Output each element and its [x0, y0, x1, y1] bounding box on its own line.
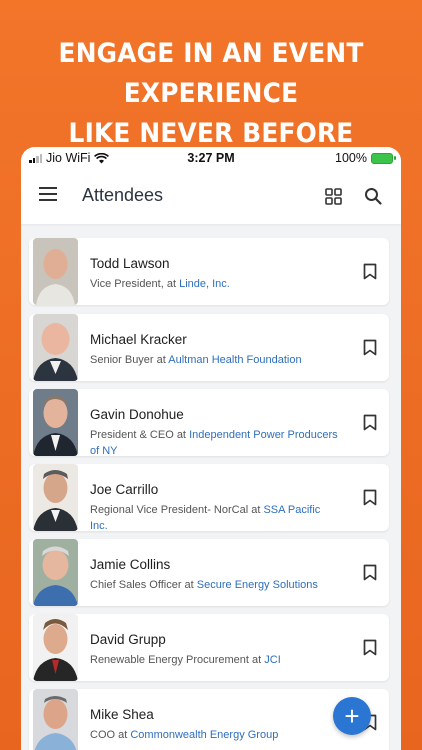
attendee-title: Vice President, at Linde, Inc. [90, 278, 230, 290]
attendee-card[interactable]: Jamie Collins Chief Sales Officer at Sec… [29, 539, 389, 606]
attendee-name: Gavin Donohue [90, 407, 184, 422]
attendee-org-link[interactable]: Secure Energy Solutions [197, 579, 318, 591]
bookmark-icon[interactable] [363, 339, 377, 356]
avatar [33, 689, 78, 750]
app-bar: Attendees [21, 169, 401, 224]
bookmark-icon[interactable] [363, 639, 377, 656]
avatar [33, 464, 78, 531]
avatar [33, 539, 78, 606]
promo-line-1: ENGAGE IN AN EVENT EXPERIENCE [58, 38, 364, 109]
bookmark-icon[interactable] [363, 263, 377, 280]
attendee-title: COO at Commonwealth Energy Group [90, 729, 279, 741]
attendee-name: Jamie Collins [90, 557, 171, 572]
avatar [33, 238, 78, 305]
add-fab-button[interactable]: + [333, 697, 371, 735]
phone-screen: Jio WiFi 3:27 PM 100% Attendees Todd Law… [21, 147, 401, 750]
avatar [33, 314, 78, 381]
attendee-title: Renewable Energy Procurement at JCI [90, 654, 281, 666]
avatar [33, 614, 78, 681]
attendee-card[interactable]: Todd Lawson Vice President, at Linde, In… [29, 238, 389, 305]
attendee-org-link[interactable]: Commonwealth Energy Group [130, 729, 278, 741]
bookmark-icon[interactable] [363, 414, 377, 431]
attendee-org-link[interactable]: Linde, Inc. [179, 278, 230, 290]
plus-icon: + [344, 701, 360, 731]
attendee-title: Senior Buyer at Aultman Health Foundatio… [90, 354, 302, 366]
search-icon[interactable] [364, 187, 382, 205]
attendee-title: President & CEO at Independent Power Pro… [90, 429, 338, 457]
attendee-card[interactable]: David Grupp Renewable Energy Procurement… [29, 614, 389, 681]
bookmark-icon[interactable] [363, 564, 377, 581]
attendee-name: Todd Lawson [90, 256, 170, 271]
battery-icon [371, 152, 396, 164]
attendee-name: Michael Kracker [90, 332, 187, 347]
avatar [33, 389, 78, 456]
attendee-org-link[interactable]: JCI [264, 654, 281, 666]
attendee-name: David Grupp [90, 632, 166, 647]
status-bar: Jio WiFi 3:27 PM 100% [21, 147, 401, 169]
attendee-card[interactable]: Michael Kracker Senior Buyer at Aultman … [29, 314, 389, 381]
battery-percent: 100% [335, 151, 367, 165]
promo-headline: ENGAGE IN AN EVENT EXPERIENCE LIKE NEVER… [17, 34, 405, 154]
page-title: Attendees [82, 185, 164, 205]
attendee-name: Joe Carrillo [90, 482, 159, 497]
attendee-title: Regional Vice President- NorCal at SSA P… [90, 504, 321, 532]
attendee-title: Chief Sales Officer at Secure Energy Sol… [90, 579, 318, 591]
bookmark-icon[interactable] [363, 489, 377, 506]
menu-icon[interactable] [39, 187, 57, 201]
attendee-name: Mike Shea [90, 707, 154, 722]
grid-icon[interactable] [325, 188, 342, 205]
attendee-card[interactable]: Gavin Donohue President & CEO at Indepen… [29, 389, 389, 457]
attendee-org-link[interactable]: Aultman Health Foundation [168, 354, 301, 366]
attendee-card[interactable]: Joe Carrillo Regional Vice President- No… [29, 464, 389, 532]
